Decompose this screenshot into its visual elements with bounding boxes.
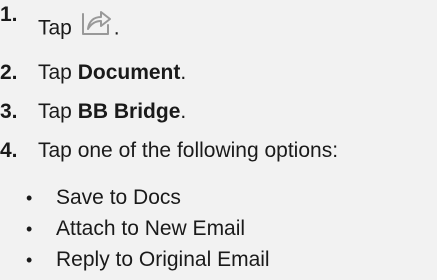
step-1: 1. Tap . — [0, 0, 120, 40]
step-3: 3. Tap BB Bridge. — [0, 100, 186, 124]
option-reply-to-original-email: • Reply to Original Email — [26, 248, 270, 279]
step-prefix: Tap — [38, 61, 78, 84]
bullet: • — [26, 250, 33, 270]
option-label: Reply to Original Email — [56, 248, 270, 271]
step-number: 2. — [0, 61, 18, 84]
step-suffix: . — [180, 100, 187, 123]
step-2: 2. Tap Document. — [0, 61, 186, 85]
option-label: Save to Docs — [56, 186, 181, 209]
step-prefix: Tap — [38, 16, 78, 40]
step-number: 1. — [0, 2, 18, 26]
step-4: 4. Tap one of the following options: — [0, 139, 338, 163]
step-text: Tap . — [38, 11, 120, 46]
option-attach-to-new-email: • Attach to New Email — [26, 217, 270, 248]
step-number: 3. — [0, 100, 18, 123]
step-prefix: Tap — [38, 100, 78, 123]
step-text: Tap Document. — [38, 61, 186, 85]
option-label: Attach to New Email — [56, 217, 246, 240]
step-suffix: . — [180, 61, 187, 84]
document-label: Document — [77, 61, 181, 84]
option-save-to-docs: • Save to Docs — [26, 186, 270, 217]
bullet: • — [26, 188, 33, 208]
step-text: Tap BB Bridge. — [38, 100, 186, 124]
step-suffix: . — [113, 16, 120, 40]
bb-bridge-label: BB Bridge — [77, 100, 181, 123]
step-text: Tap one of the following options: — [38, 139, 339, 162]
share-icon — [81, 8, 113, 42]
bullet: • — [26, 219, 33, 239]
step-number: 4. — [0, 139, 18, 162]
options-list: • Save to Docs • Attach to New Email • R… — [26, 186, 270, 279]
